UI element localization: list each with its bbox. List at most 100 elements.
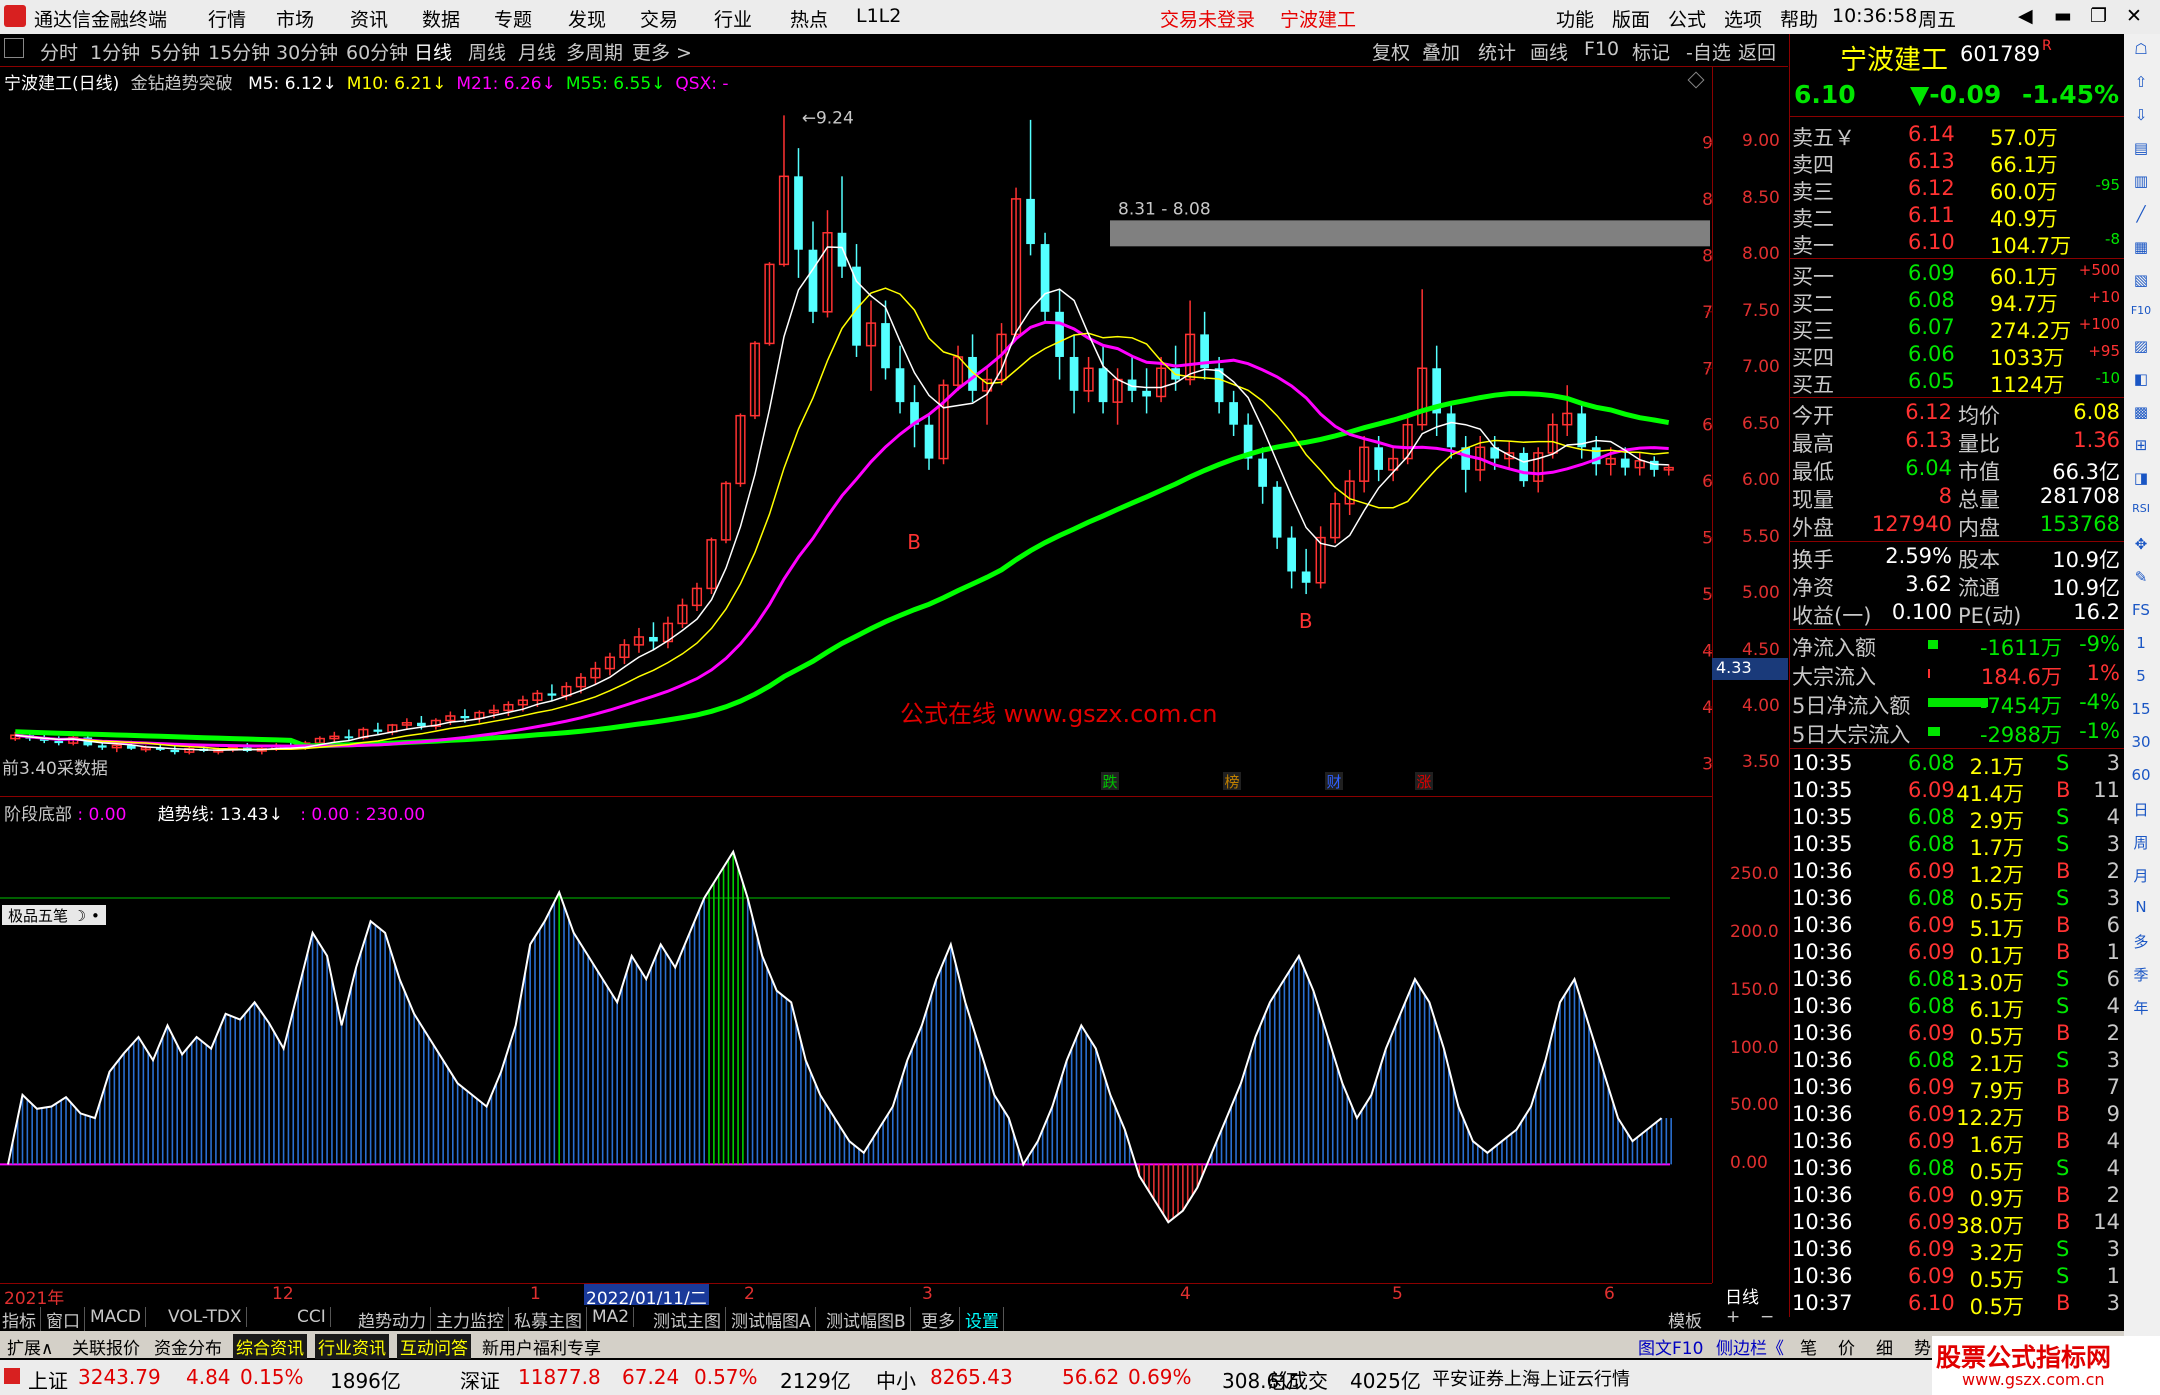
- period-box[interactable]: 日线: [1713, 1283, 1788, 1308]
- bid-row[interactable]: 买一 6.09 60.1万 +500: [1790, 261, 2124, 289]
- side-tool-icon[interactable]: F10: [2128, 304, 2154, 328]
- toolbar-action[interactable]: 复权: [1372, 38, 1410, 65]
- side-tool-icon[interactable]: ▨: [2128, 337, 2154, 361]
- info-right-tab[interactable]: 价: [1838, 1334, 1855, 1359]
- side-tool-icon[interactable]: ╱: [2128, 205, 2154, 229]
- indicator-tab[interactable]: 测试幅图B: [826, 1307, 911, 1332]
- info-tab[interactable]: 行业资讯: [315, 1334, 389, 1359]
- menu-item[interactable]: 专题: [494, 5, 532, 32]
- main-kline-chart[interactable]: 宁波建工(日线) 金钻趋势突破 M5: 6.12↓ M10: 6.21↓ M21: …: [0, 66, 1713, 797]
- side-tool-icon[interactable]: 日: [2128, 799, 2154, 823]
- tab-control[interactable]: −: [1760, 1307, 1774, 1327]
- side-tool-icon[interactable]: ✥: [2128, 535, 2154, 559]
- side-tool-icon[interactable]: 月: [2128, 865, 2154, 889]
- side-tool-icon[interactable]: ⇧: [2128, 73, 2154, 97]
- toolbar-action[interactable]: 统计: [1478, 38, 1516, 65]
- side-tool-icon[interactable]: ▦: [2128, 238, 2154, 262]
- period-tab[interactable]: 多周期: [566, 38, 623, 65]
- ask-row[interactable]: 卖一 6.10 104.7万 -8: [1790, 230, 2124, 258]
- index-name[interactable]: 中小: [876, 1365, 916, 1394]
- info-right-tab[interactable]: 笔: [1800, 1334, 1817, 1359]
- side-tool-icon[interactable]: ▥: [2128, 172, 2154, 196]
- indicator-tab[interactable]: MACD: [90, 1307, 146, 1327]
- side-tool-icon[interactable]: ◨: [2128, 469, 2154, 493]
- expand-icon[interactable]: [4, 38, 24, 58]
- bid-row[interactable]: 买三 6.07 274.2万 +100: [1790, 315, 2124, 343]
- side-tool-icon[interactable]: 60: [2128, 766, 2154, 790]
- menu-item[interactable]: 资讯: [350, 5, 388, 32]
- side-tool-icon[interactable]: ⇩: [2128, 106, 2154, 130]
- menu-item-right[interactable]: 帮助: [1780, 5, 1818, 32]
- window-control-icon[interactable]: ◀: [2018, 5, 2033, 27]
- ask-row[interactable]: 卖四 6.13 66.1万: [1790, 149, 2124, 177]
- menu-item[interactable]: 发现: [568, 5, 606, 32]
- info-right-tab[interactable]: 细: [1876, 1334, 1893, 1359]
- toolbar-action[interactable]: 叠加: [1422, 38, 1460, 65]
- bid-row[interactable]: 买五 6.05 1124万 -10: [1790, 369, 2124, 397]
- period-tab[interactable]: 5分钟: [150, 38, 200, 65]
- period-tab[interactable]: 更多 >: [632, 38, 692, 65]
- indicator-tab[interactable]: CCI: [297, 1307, 331, 1327]
- menu-item[interactable]: L1L2: [856, 5, 901, 27]
- side-tool-icon[interactable]: ◧: [2128, 370, 2154, 394]
- info-right-tab[interactable]: 侧边栏《: [1716, 1334, 1784, 1359]
- menu-item-right[interactable]: 选项: [1724, 5, 1762, 32]
- side-tool-icon[interactable]: 多: [2128, 931, 2154, 955]
- side-tool-icon[interactable]: 季: [2128, 964, 2154, 988]
- toolbar-action[interactable]: 标记: [1632, 38, 1670, 65]
- bid-row[interactable]: 买四 6.06 1033万 +95: [1790, 342, 2124, 370]
- side-tool-icon[interactable]: RSI: [2128, 502, 2154, 526]
- indicator-tab[interactable]: 测试主图: [653, 1307, 726, 1332]
- period-tab[interactable]: 月线: [518, 38, 556, 65]
- menu-item[interactable]: 行情: [208, 5, 246, 32]
- period-tab[interactable]: 15分钟: [208, 38, 270, 65]
- menu-item[interactable]: 交易: [640, 5, 678, 32]
- side-tool-icon[interactable]: 周: [2128, 832, 2154, 856]
- window-control-icon[interactable]: ▬: [2054, 5, 2072, 27]
- menu-item-right[interactable]: 版面: [1612, 5, 1650, 32]
- menu-item[interactable]: 行业: [714, 5, 752, 32]
- side-tool-icon[interactable]: ☖: [2128, 40, 2154, 64]
- ask-row[interactable]: 卖二 6.11 40.9万: [1790, 203, 2124, 231]
- side-tool-icon[interactable]: ▩: [2128, 403, 2154, 427]
- period-tab[interactable]: 30分钟: [276, 38, 338, 65]
- side-tool-icon[interactable]: ▤: [2128, 139, 2154, 163]
- bid-row[interactable]: 买二 6.08 94.7万 +10: [1790, 288, 2124, 316]
- info-tab[interactable]: 资金分布: [151, 1334, 225, 1359]
- info-tab[interactable]: 综合资讯: [233, 1334, 307, 1359]
- toolbar-action[interactable]: 画线: [1530, 38, 1568, 65]
- indicator-tab[interactable]: 私募主图: [514, 1307, 587, 1332]
- window-control-icon[interactable]: ❐: [2090, 5, 2107, 27]
- indicator-tab[interactable]: 测试幅图A: [731, 1307, 816, 1332]
- info-tab[interactable]: 关联报价: [69, 1334, 143, 1359]
- info-tab[interactable]: 互动问答: [397, 1334, 471, 1359]
- side-tool-icon[interactable]: ✎: [2128, 568, 2154, 592]
- side-tool-icon[interactable]: 30: [2128, 733, 2154, 757]
- side-tool-icon[interactable]: FS: [2128, 601, 2154, 625]
- indicator-tab[interactable]: VOL-TDX: [168, 1307, 247, 1327]
- indicator-tab[interactable]: 更多: [921, 1307, 960, 1332]
- info-right-tab[interactable]: 图文F10: [1638, 1334, 1703, 1359]
- menu-item-right[interactable]: 功能: [1556, 5, 1594, 32]
- menu-item[interactable]: 热点: [790, 5, 828, 32]
- tab-control[interactable]: +: [1726, 1307, 1740, 1327]
- indicator-tab[interactable]: 主力监控: [436, 1307, 509, 1332]
- side-tool-icon[interactable]: 15: [2128, 700, 2154, 724]
- side-tool-icon[interactable]: ▧: [2128, 271, 2154, 295]
- period-tab[interactable]: 周线: [468, 38, 506, 65]
- menu-item[interactable]: 市场: [276, 5, 314, 32]
- server-name[interactable]: 平安证券上海上证云行情: [1432, 1365, 1630, 1391]
- indicator-tab[interactable]: 窗口: [46, 1307, 85, 1332]
- period-tab[interactable]: 1分钟: [90, 38, 140, 65]
- info-tab[interactable]: 新用户福利专享: [479, 1334, 604, 1359]
- window-control-icon[interactable]: ✕: [2126, 5, 2142, 27]
- toolbar-action[interactable]: -自选: [1686, 38, 1731, 65]
- info-right-tab[interactable]: 势: [1914, 1334, 1931, 1359]
- side-tool-icon[interactable]: ⊞: [2128, 436, 2154, 460]
- period-tab[interactable]: 60分钟: [346, 38, 408, 65]
- ask-row[interactable]: 卖五￥ 6.14 57.0万: [1790, 122, 2124, 150]
- ask-row[interactable]: 卖三 6.12 60.0万 -95: [1790, 176, 2124, 204]
- menu-item-right[interactable]: 公式: [1668, 5, 1706, 32]
- indicator-tab[interactable]: 趋势动力: [358, 1307, 431, 1332]
- tab-control[interactable]: 模板: [1668, 1307, 1702, 1332]
